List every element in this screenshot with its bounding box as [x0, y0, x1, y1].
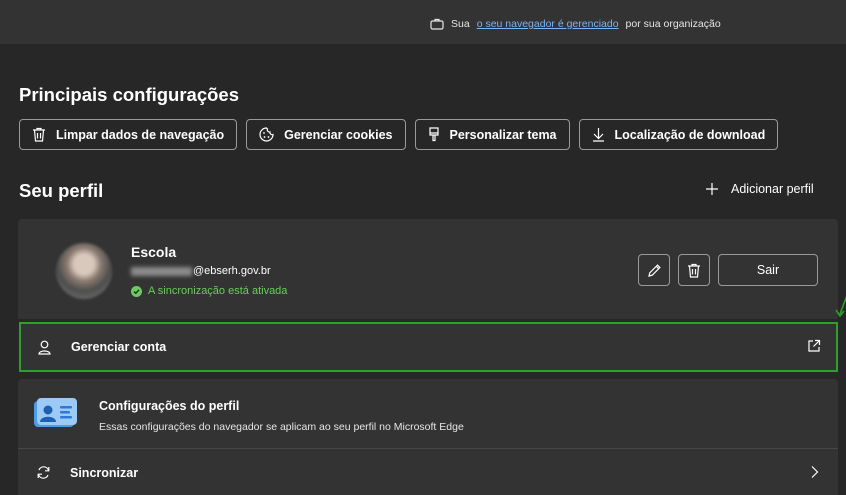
quick-actions: Limpar dados de navegação Gerenciar cook… [19, 119, 779, 150]
green-arrow-annotation [835, 295, 846, 318]
profile-section-title: Seu perfil [19, 180, 104, 201]
profile-settings-title: Configurações do perfil [99, 399, 240, 413]
trash-icon [33, 127, 45, 142]
avatar [56, 243, 112, 299]
sync-row[interactable]: Sincronizar [18, 449, 838, 495]
managed-prefix: Sua [451, 18, 470, 30]
add-profile-button[interactable]: Adicionar perfil [705, 182, 814, 196]
person-icon [38, 340, 51, 355]
download-location-label: Localização de download [614, 127, 766, 142]
email-domain: @ebserh.gov.br [193, 265, 271, 277]
sync-label: Sincronizar [70, 466, 139, 480]
download-location-button[interactable]: Localização de download [578, 119, 779, 150]
edit-profile-button[interactable] [638, 254, 670, 286]
profile-settings-card: Configurações do perfil Essas configuraç… [18, 379, 838, 495]
main-settings-title: Principais configurações [19, 84, 240, 105]
profile-name: Escola [131, 244, 177, 260]
customize-theme-button[interactable]: Personalizar tema [414, 119, 570, 150]
sync-icon [37, 466, 50, 479]
clear-browsing-data-label: Limpar dados de navegação [56, 127, 225, 142]
customize-theme-label: Personalizar tema [449, 127, 557, 142]
delete-profile-button[interactable] [678, 254, 710, 286]
external-link-icon [808, 339, 821, 352]
managed-suffix: por sua organização [625, 18, 721, 30]
profile-email: @ebserh.gov.br [131, 265, 271, 277]
sync-status-text: A sincronização está ativada [148, 285, 288, 297]
download-icon [592, 128, 604, 142]
managed-notice: Sua o seu navegador é gerenciado por sua… [430, 18, 721, 30]
cookie-icon [259, 127, 274, 142]
brush-icon [428, 127, 439, 142]
manage-account-row[interactable]: Gerenciar conta [19, 322, 838, 372]
sync-status: A sincronização está ativada [131, 285, 287, 297]
check-circle-icon [131, 285, 142, 297]
trash-icon [688, 263, 700, 278]
email-redaction [131, 266, 192, 276]
managed-link[interactable]: o seu navegador é gerenciado [477, 18, 619, 30]
sign-out-button[interactable]: Sair [718, 254, 818, 286]
clear-browsing-data-button[interactable]: Limpar dados de navegação [19, 119, 238, 150]
manage-account-label: Gerenciar conta [71, 340, 167, 354]
add-profile-label: Adicionar perfil [731, 182, 814, 196]
plus-icon [706, 183, 718, 195]
manage-cookies-label: Gerenciar cookies [284, 127, 393, 142]
profile-settings-icon [34, 398, 77, 427]
manage-cookies-button[interactable]: Gerenciar cookies [246, 119, 406, 150]
briefcase-icon [430, 18, 444, 30]
chevron-right-icon [811, 466, 819, 478]
top-banner: Sua o seu navegador é gerenciado por sua… [0, 0, 846, 44]
pencil-icon [647, 263, 661, 277]
profile-settings-description: Essas configurações do navegador se apli… [99, 421, 464, 433]
profile-card: Escola @ebserh.gov.br A sincronização es… [18, 219, 838, 319]
